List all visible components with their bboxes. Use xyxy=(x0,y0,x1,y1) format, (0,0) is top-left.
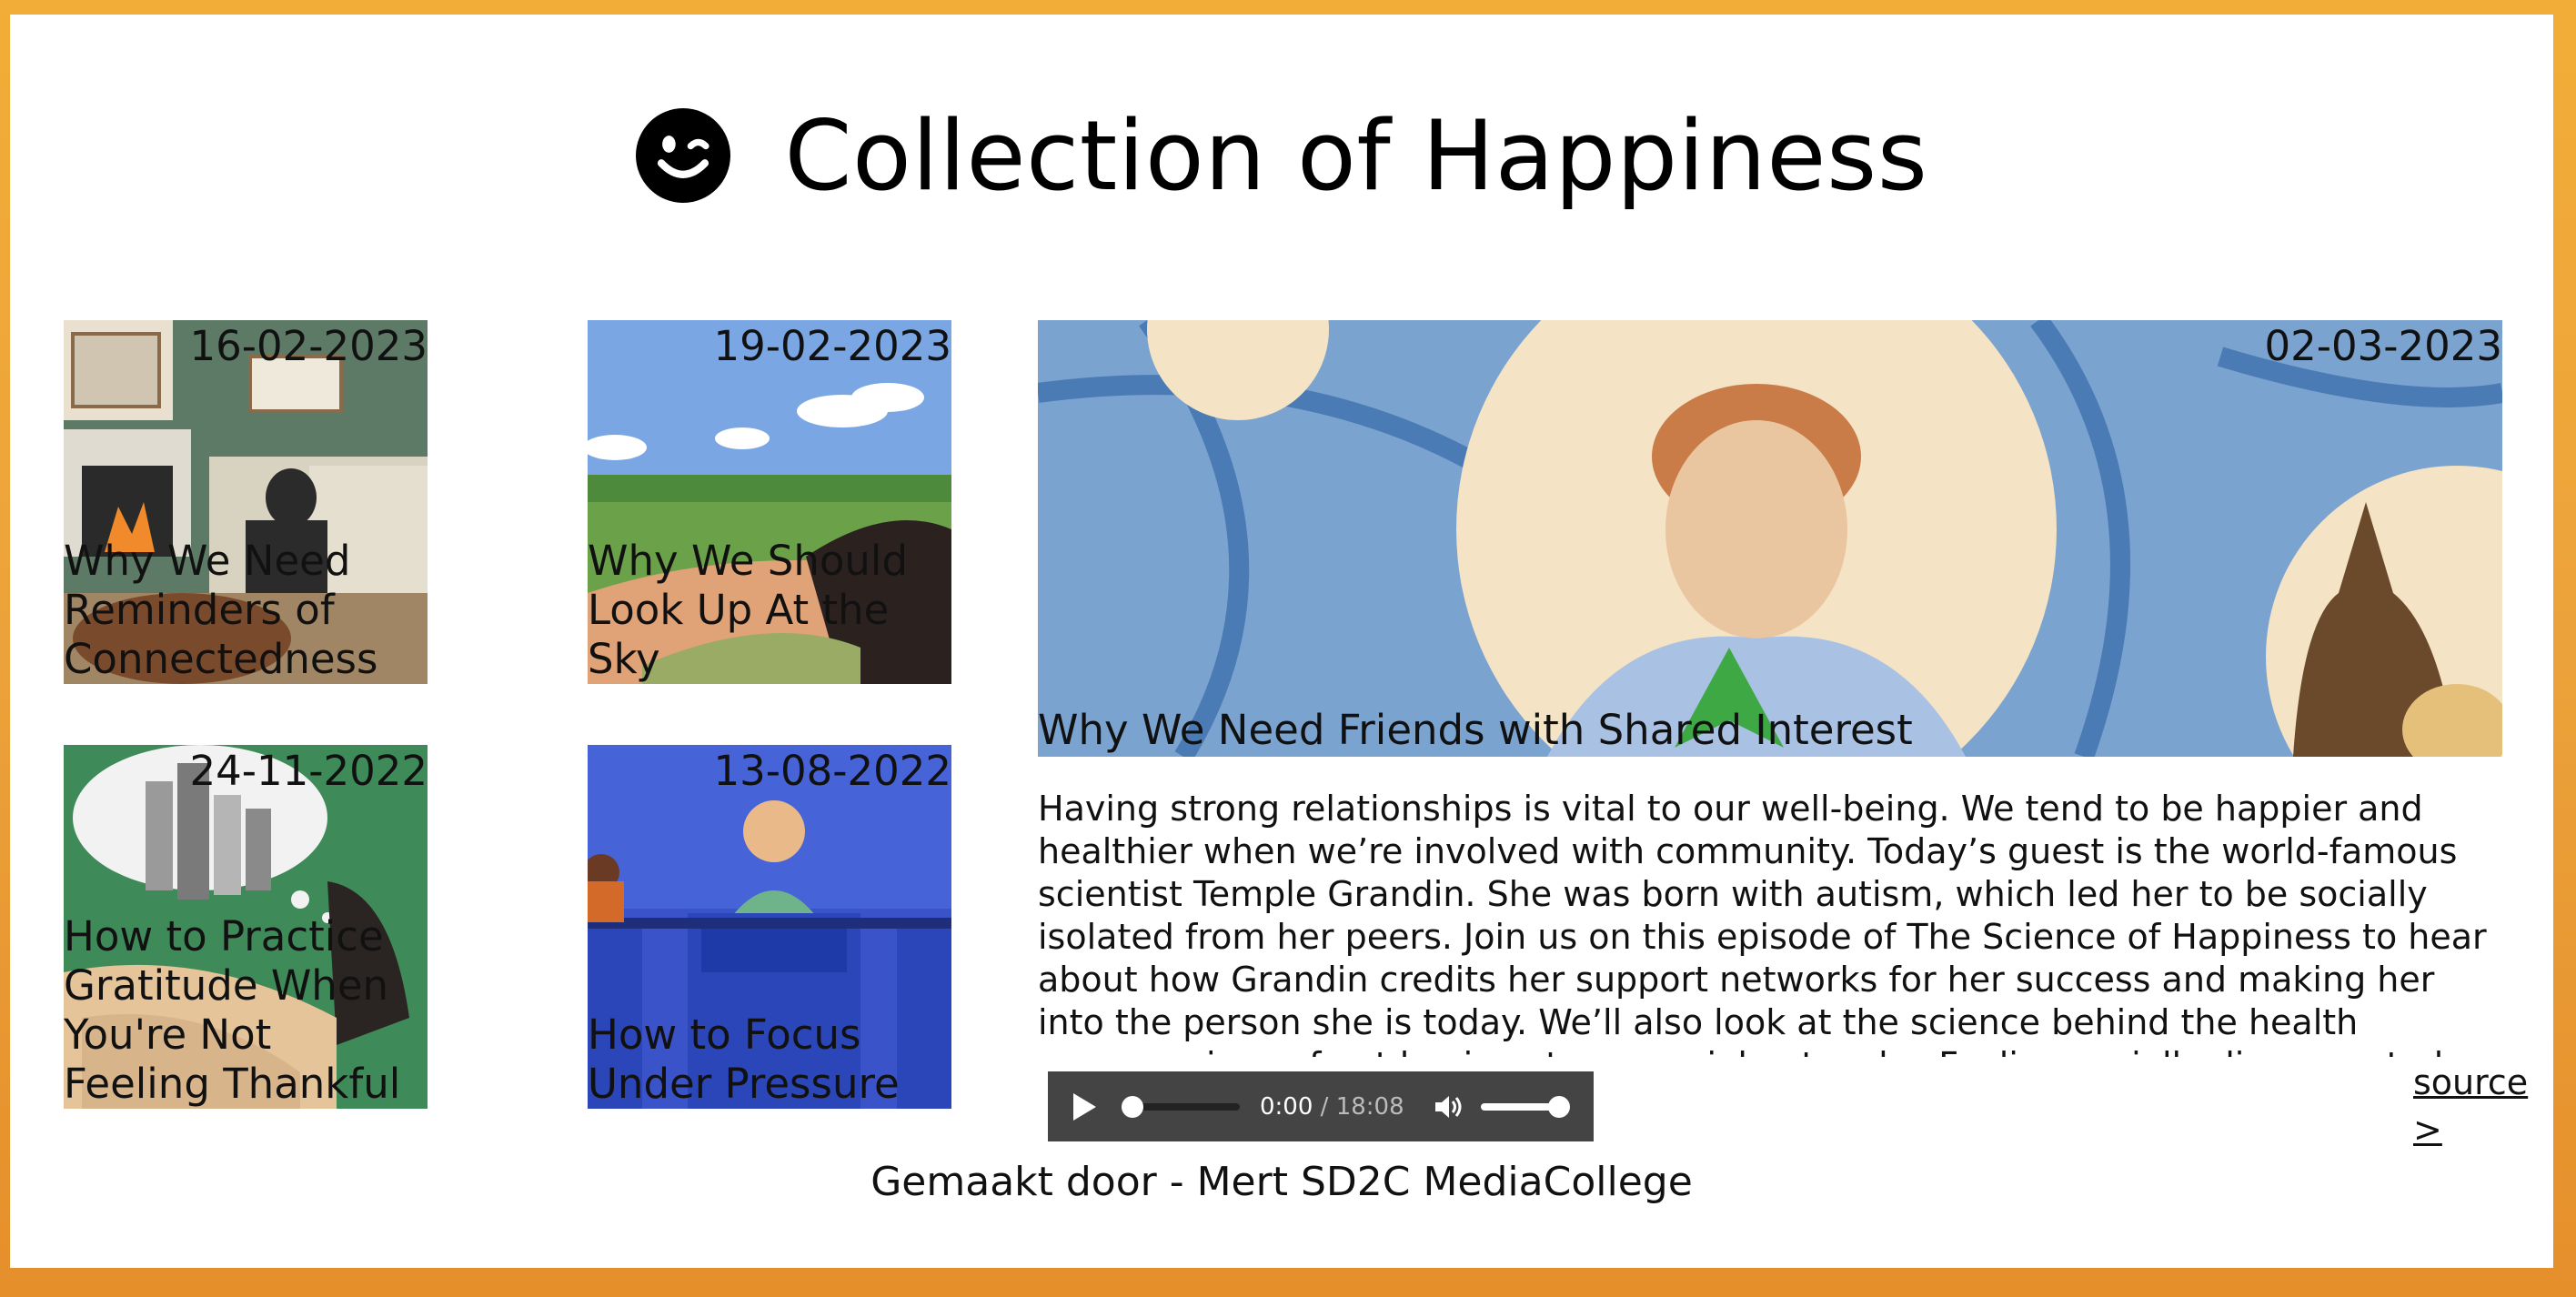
duration: 18:08 xyxy=(1335,1092,1404,1121)
featured-banner: 02-03-2023 Why We Need Friends with Shar… xyxy=(1038,320,2502,757)
episode-date: 19-02-2023 xyxy=(713,322,951,370)
episode-card-connectedness[interactable]: 16-02-2023 Why We Need Reminders of Conn… xyxy=(64,320,428,684)
episode-card-gratitude[interactable]: 24-11-2022 How to Practice Gratitude Whe… xyxy=(64,745,428,1109)
episode-date: 13-08-2022 xyxy=(713,747,951,795)
page: Collection of Happiness 16-02-2023 Why W… xyxy=(10,15,2553,1268)
volume-slider[interactable] xyxy=(1480,1095,1570,1118)
featured-title: Why We Need Friends with Shared Interest xyxy=(1038,706,1913,754)
episode-date: 24-11-2022 xyxy=(189,747,428,795)
episode-card-pressure[interactable]: 13-08-2022 How to Focus Under Pressure xyxy=(588,745,951,1109)
current-time: 0:00 xyxy=(1260,1092,1313,1121)
episode-title: How to Focus Under Pressure xyxy=(588,1010,900,1108)
page-title: Collection of Happiness xyxy=(784,99,1928,212)
episode-title: Why We Need Reminders of Connectedness xyxy=(64,537,378,683)
featured-description[interactable]: Having strong relationships is vital to … xyxy=(1038,788,2502,1057)
time-separator: / xyxy=(1313,1092,1336,1121)
episode-date: 16-02-2023 xyxy=(189,322,428,370)
winking-smiley-icon xyxy=(635,108,730,203)
seek-knob[interactable] xyxy=(1122,1095,1143,1118)
footer-credit: Gemaakt door - Mert SD2C MediaCollege xyxy=(870,1159,1693,1205)
featured-image xyxy=(1038,320,2502,757)
featured-date: 02-03-2023 xyxy=(2264,322,2502,370)
volume-icon[interactable] xyxy=(1432,1091,1464,1123)
audio-player: 0:00 / 18:08 xyxy=(1048,1071,1594,1141)
page-header: Collection of Happiness xyxy=(10,51,2553,260)
episode-title: Why We Should Look Up At the Sky xyxy=(588,537,909,683)
volume-knob[interactable] xyxy=(1547,1095,1570,1118)
seek-bar[interactable] xyxy=(1122,1095,1240,1118)
episode-title: How to Practice Gratitude When You're No… xyxy=(64,912,401,1108)
episode-card-sky[interactable]: 19-02-2023 Why We Should Look Up At the … xyxy=(588,320,951,684)
time-display: 0:00 / 18:08 xyxy=(1260,1093,1404,1121)
play-icon[interactable] xyxy=(1073,1092,1096,1121)
source-link[interactable]: source > xyxy=(2413,1059,2553,1153)
featured-episode: 02-03-2023 Why We Need Friends with Shar… xyxy=(1038,320,2502,1139)
